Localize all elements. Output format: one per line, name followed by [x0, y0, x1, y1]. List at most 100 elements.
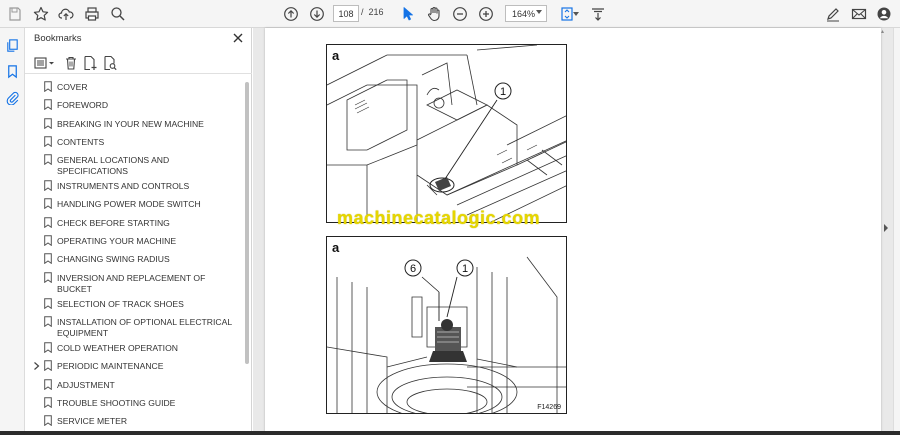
- callout-number: 1: [462, 263, 468, 275]
- bookmark-item[interactable]: CHANGING SWING RADIUS: [25, 250, 243, 268]
- bookmark-icon: [44, 342, 52, 353]
- page-up-icon[interactable]: [281, 4, 301, 24]
- bookmark-icon: [44, 99, 52, 111]
- bookmark-icon: [44, 81, 52, 92]
- bookmark-icon: [44, 180, 52, 192]
- bookmark-label: FOREWORD: [57, 100, 109, 111]
- bookmark-label: GENERAL LOCATIONS AND SPECIFICATIONS: [57, 155, 170, 177]
- callout-number: 1: [500, 86, 506, 98]
- bookmark-label: ADJUSTMENT: [57, 379, 115, 390]
- bookmark-item[interactable]: CONTENTS: [25, 133, 243, 151]
- bookmark-label: COVER: [57, 82, 88, 92]
- zoom-in-icon[interactable]: [476, 4, 496, 24]
- bookmark-icon: [44, 235, 52, 247]
- bookmark-label: COLD WEATHER OPERATION: [57, 342, 178, 353]
- zoom-out-icon[interactable]: [450, 4, 470, 24]
- scroll-up-icon[interactable]: [881, 30, 884, 36]
- page-down-icon[interactable]: [307, 4, 327, 24]
- bookmarks-panel: Bookmarks COVER FOREWORD BREAKING IN YOUR …: [25, 28, 252, 435]
- bookmark-scrollbar[interactable]: [244, 78, 250, 435]
- find-bookmark-icon[interactable]: [102, 55, 118, 71]
- bookmark-label: HANDLING POWER MODE SWITCH: [57, 199, 201, 210]
- bookmark-icon: [44, 360, 52, 372]
- delete-bookmark-icon[interactable]: [63, 55, 79, 71]
- close-icon[interactable]: [232, 32, 244, 44]
- figure-2: a 6 1 F14269: [326, 236, 567, 414]
- page-thumbnails-icon[interactable]: [4, 37, 21, 54]
- bookmark-item[interactable]: INVERSION AND REPLACEMENT OF BUCKET: [25, 269, 243, 295]
- scrollbar-thumb[interactable]: [245, 82, 249, 364]
- bookmark-item[interactable]: FOREWORD: [25, 96, 243, 114]
- save-icon[interactable]: [5, 4, 25, 24]
- read-mode-icon[interactable]: [588, 4, 608, 24]
- print-icon[interactable]: [82, 4, 102, 24]
- email-icon[interactable]: [849, 4, 869, 24]
- bookmark-icon: [44, 271, 52, 283]
- bookmark-item[interactable]: COLD WEATHER OPERATION: [25, 339, 243, 357]
- engine-illustration: 6 1: [327, 256, 566, 413]
- new-bookmark-icon[interactable]: [82, 55, 98, 71]
- bookmark-tools: [25, 52, 252, 74]
- bookmark-label: TROUBLE SHOOTING GUIDE: [57, 397, 176, 408]
- bookmark-icon: [44, 397, 52, 408]
- bookmark-icon: [44, 136, 52, 147]
- bookmark-label: SELECTION OF TRACK SHOES: [57, 298, 184, 309]
- bookmark-item[interactable]: SERVICE METER: [25, 412, 243, 430]
- bookmark-label: SERVICE METER: [57, 416, 128, 427]
- bookmark-icon: [44, 198, 52, 210]
- bookmark-icon: [44, 415, 52, 427]
- pdf-page: a 1 a 6 1 F14269 machinecatalogic.com: [265, 28, 881, 435]
- bookmark-item[interactable]: HANDLING POWER MODE SWITCH: [25, 195, 243, 213]
- expand-right-pane-icon[interactable]: [884, 224, 888, 232]
- bookmark-label: CONTENTS: [57, 136, 105, 147]
- bookmark-item[interactable]: ADJUSTMENT: [25, 376, 243, 394]
- select-cursor-icon[interactable]: [398, 4, 418, 24]
- upload-icon[interactable]: [56, 4, 76, 24]
- bookmark-item[interactable]: CHECK BEFORE STARTING: [25, 214, 243, 232]
- zoom-level-value: 164%: [512, 8, 536, 19]
- account-icon[interactable]: [874, 4, 894, 24]
- figure-1: a 1: [326, 44, 567, 223]
- bookmark-icon: [44, 253, 52, 265]
- bookmark-icon: [44, 154, 52, 166]
- figure-code: F14269: [537, 404, 561, 411]
- bookmark-icon: [44, 297, 52, 309]
- bookmark-label: INVERSION AND REPLACEMENT OF BUCKET: [57, 272, 206, 294]
- bookmark-item[interactable]: COVER: [25, 78, 243, 96]
- bookmark-panel-icon[interactable]: [4, 63, 21, 80]
- zoom-level-select[interactable]: 164%: [505, 5, 547, 22]
- bookmark-item[interactable]: BREAKING IN YOUR NEW MACHINE: [25, 115, 243, 133]
- bookmark-label: CHECK BEFORE STARTING: [57, 217, 170, 228]
- bookmark-item[interactable]: GENERAL LOCATIONS AND SPECIFICATIONS: [25, 151, 243, 177]
- bookmark-label: BREAKING IN YOUR NEW MACHINE: [57, 118, 204, 129]
- sign-icon[interactable]: [823, 4, 843, 24]
- star-icon[interactable]: [31, 4, 51, 24]
- bookmark-options-icon[interactable]: [34, 55, 56, 71]
- hand-icon[interactable]: [424, 4, 444, 24]
- chevron-down-icon[interactable]: [573, 12, 579, 16]
- chevron-right-icon[interactable]: [33, 362, 40, 371]
- chevron-down-icon: [536, 10, 542, 14]
- document-view[interactable]: a 1 a 6 1 F14269 machinecatalogic.com: [253, 28, 893, 435]
- bookmark-label: CHANGING SWING RADIUS: [57, 254, 170, 265]
- panel-title: Bookmarks: [34, 33, 82, 44]
- navigation-rail: [0, 28, 25, 435]
- bookmark-item[interactable]: INSTRUMENTS AND CONTROLS: [25, 177, 243, 195]
- callout-number: 6: [410, 263, 416, 275]
- page-number-input[interactable]: 108: [333, 5, 359, 22]
- bookmark-item[interactable]: OPERATING YOUR MACHINE: [25, 232, 243, 250]
- bookmark-icon: [44, 117, 52, 129]
- bookmark-icon: [44, 378, 52, 390]
- page-count: / 216: [361, 7, 384, 17]
- attachment-icon[interactable]: [4, 89, 21, 106]
- bookmark-item[interactable]: INSTALLATION OF OPTIONAL ELECTRICAL EQUI…: [25, 313, 243, 339]
- bookmark-label: OPERATING YOUR MACHINE: [57, 236, 177, 247]
- bookmark-label: INSTALLATION OF OPTIONAL ELECTRICAL EQUI…: [57, 316, 232, 338]
- bookmark-item[interactable]: TROUBLE SHOOTING GUIDE: [25, 394, 243, 412]
- bookmark-item[interactable]: SELECTION OF TRACK SHOES: [25, 295, 243, 313]
- zoom-search-icon[interactable]: [108, 4, 128, 24]
- bookmark-item[interactable]: PERIODIC MAINTENANCE: [25, 357, 243, 375]
- bookmark-list: COVER FOREWORD BREAKING IN YOUR NEW MACHIN…: [25, 78, 243, 435]
- bookmark-icon: [44, 216, 52, 228]
- right-pane-strip: [893, 28, 900, 435]
